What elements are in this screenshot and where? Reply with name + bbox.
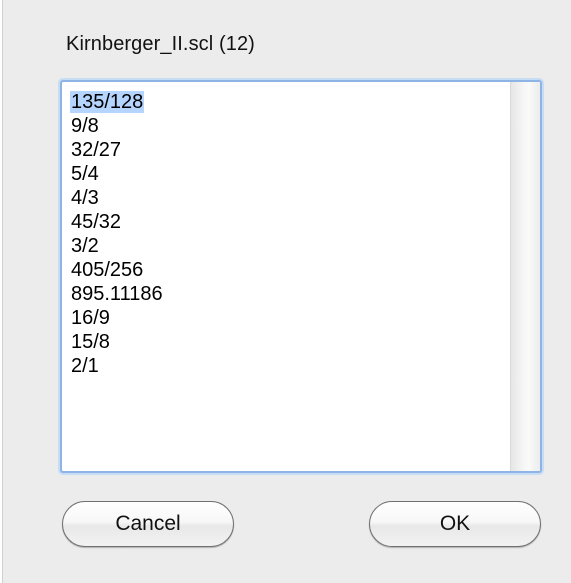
list-item[interactable]: 32/27 — [70, 138, 510, 162]
cancel-button[interactable]: Cancel — [62, 501, 234, 547]
dialog-window: Kirnberger_II.scl (12) 135/128 9/8 32/27… — [2, 0, 571, 583]
scale-list-box[interactable]: 135/128 9/8 32/27 5/4 4/3 45/32 3/2 405/… — [60, 80, 542, 473]
list-item[interactable]: 16/9 — [70, 306, 510, 330]
vertical-scrollbar[interactable] — [510, 82, 540, 471]
ok-button[interactable]: OK — [369, 501, 541, 547]
list-item[interactable]: 405/256 — [70, 258, 510, 282]
list-item[interactable]: 3/2 — [70, 234, 510, 258]
list-item[interactable]: 895.11186 — [70, 282, 510, 306]
list-item[interactable]: 9/8 — [70, 114, 510, 138]
list-item[interactable]: 15/8 — [70, 330, 510, 354]
list-item[interactable]: 135/128 — [70, 90, 510, 114]
list-item[interactable]: 4/3 — [70, 186, 510, 210]
dialog-title: Kirnberger_II.scl (12) — [66, 33, 255, 55]
list-item[interactable]: 45/32 — [70, 210, 510, 234]
scale-list[interactable]: 135/128 9/8 32/27 5/4 4/3 45/32 3/2 405/… — [62, 82, 510, 471]
list-item[interactable]: 5/4 — [70, 162, 510, 186]
list-item[interactable]: 2/1 — [70, 354, 510, 378]
